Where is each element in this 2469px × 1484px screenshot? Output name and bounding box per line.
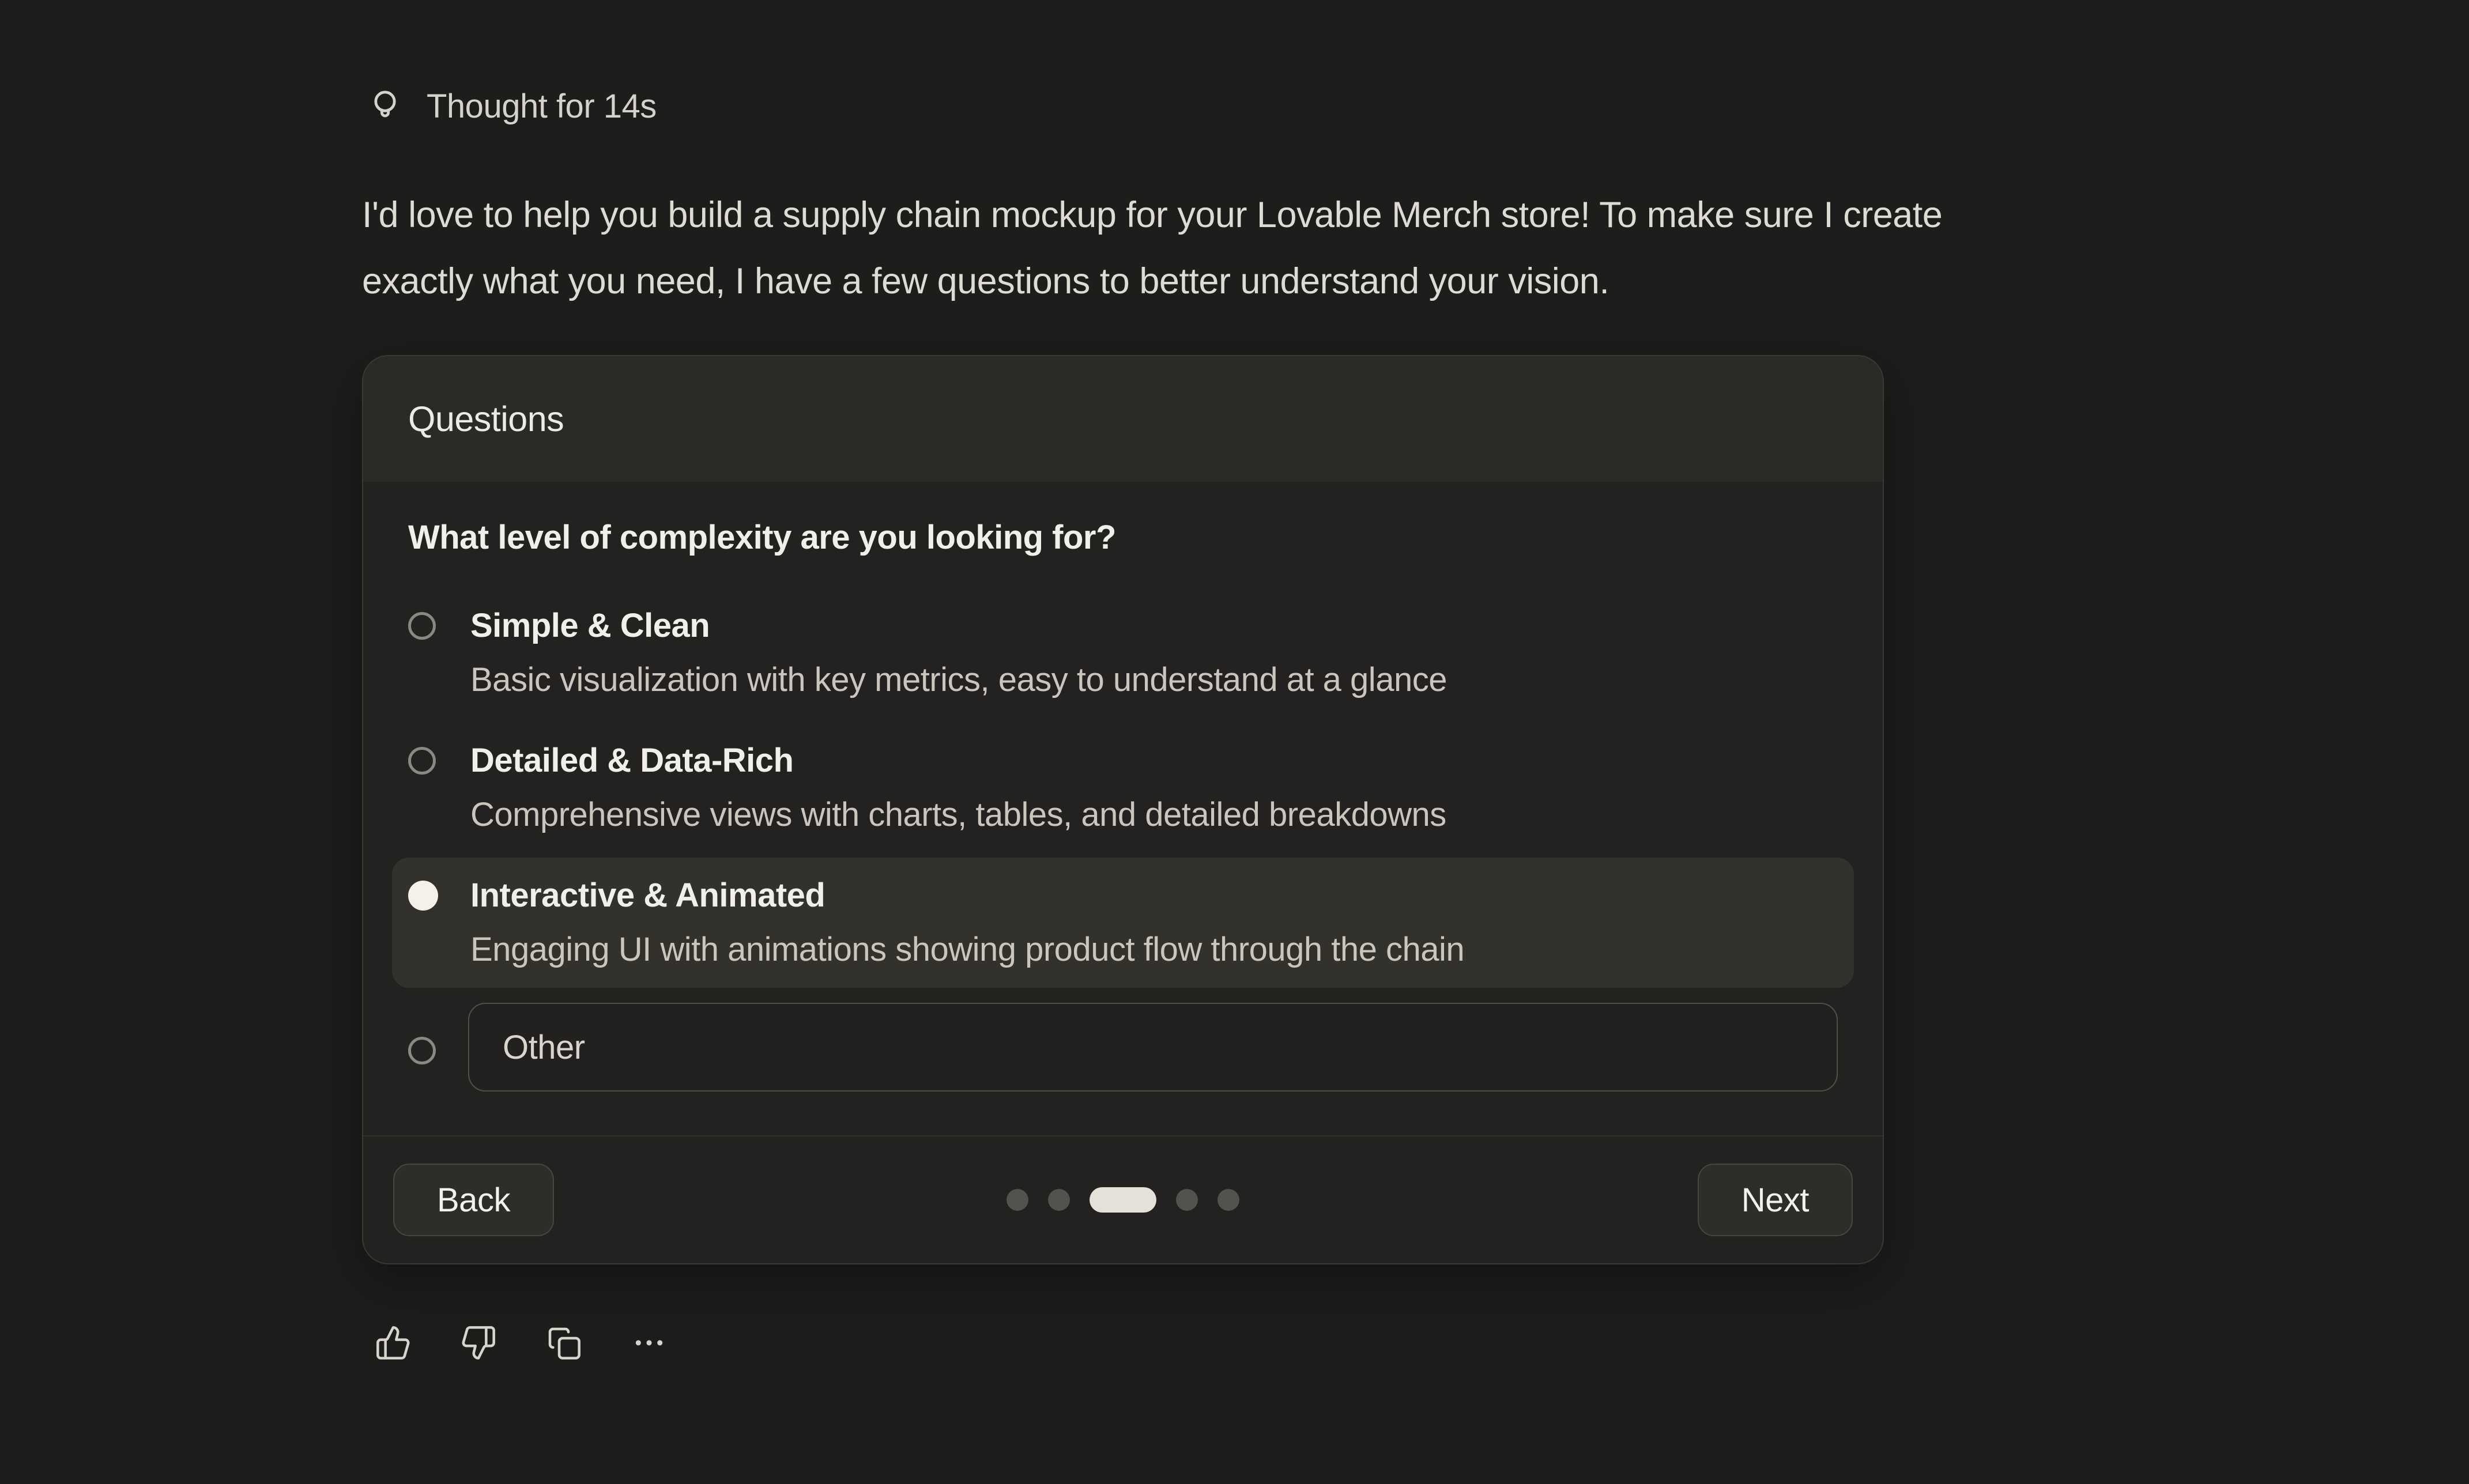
thumbs-up-icon[interactable] bbox=[375, 1324, 412, 1361]
message-line: exactly what you need, I have a few ques… bbox=[362, 248, 2264, 315]
dialog-footer: Back Next bbox=[363, 1135, 1883, 1263]
more-options-icon[interactable] bbox=[631, 1324, 668, 1361]
step-dot bbox=[1007, 1189, 1028, 1211]
radio-unchecked-icon[interactable] bbox=[408, 612, 436, 640]
other-option-input[interactable] bbox=[468, 1003, 1838, 1092]
dialog-title: Questions bbox=[408, 399, 564, 439]
assistant-message: I'd love to help you build a supply chai… bbox=[362, 182, 2264, 315]
option-detailed-data-rich[interactable]: Detailed & Data-Rich Comprehensive views… bbox=[392, 723, 1854, 853]
message-line: I'd love to help you build a supply chai… bbox=[362, 182, 2264, 248]
thumbs-down-icon[interactable] bbox=[460, 1324, 497, 1361]
thought-toggle[interactable]: Thought for 14s bbox=[362, 0, 2469, 126]
back-button[interactable]: Back bbox=[393, 1164, 554, 1236]
option-description: Comprehensive views with charts, tables,… bbox=[470, 794, 1838, 836]
message-actions bbox=[375, 1324, 2469, 1361]
option-title: Simple & Clean bbox=[470, 605, 1838, 647]
option-other[interactable] bbox=[392, 1003, 1854, 1092]
chat-area: Thought for 14s I'd love to help you bui… bbox=[0, 0, 2469, 1484]
step-indicator bbox=[1007, 1187, 1239, 1213]
option-title: Detailed & Data-Rich bbox=[470, 740, 1838, 781]
step-dot bbox=[1217, 1189, 1239, 1211]
step-dot-active bbox=[1090, 1187, 1156, 1213]
next-button[interactable]: Next bbox=[1698, 1164, 1853, 1236]
step-dot bbox=[1176, 1189, 1198, 1211]
option-description: Engaging UI with animations showing prod… bbox=[470, 929, 1838, 971]
question-text: What level of complexity are you looking… bbox=[408, 518, 1838, 558]
option-title: Interactive & Animated bbox=[470, 875, 1838, 916]
lightbulb-icon bbox=[365, 86, 405, 126]
radio-unchecked-icon[interactable] bbox=[408, 1037, 436, 1064]
questions-dialog: Questions What level of complexity are y… bbox=[362, 355, 1884, 1264]
option-description: Basic visualization with key metrics, ea… bbox=[470, 659, 1838, 701]
radio-unchecked-icon[interactable] bbox=[408, 747, 436, 775]
dialog-header: Questions bbox=[363, 356, 1883, 482]
thought-label: Thought for 14s bbox=[427, 87, 657, 126]
option-simple-clean[interactable]: Simple & Clean Basic visualization with … bbox=[392, 588, 1854, 718]
option-interactive-animated[interactable]: Interactive & Animated Engaging UI with … bbox=[392, 858, 1854, 988]
copy-icon[interactable] bbox=[545, 1324, 582, 1361]
dialog-body: What level of complexity are you looking… bbox=[363, 482, 1883, 1135]
step-dot bbox=[1048, 1189, 1070, 1211]
radio-checked-icon[interactable] bbox=[408, 881, 438, 911]
